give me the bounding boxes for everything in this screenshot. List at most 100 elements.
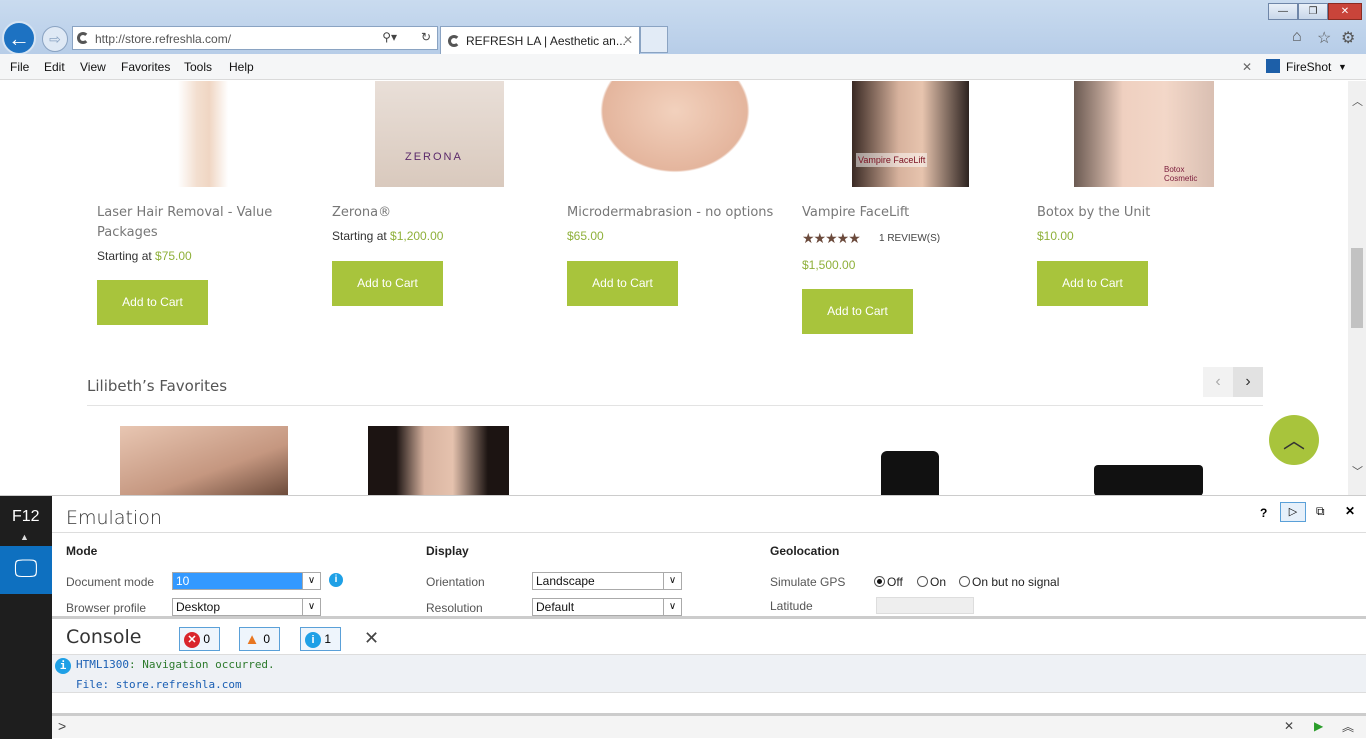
close-window-button[interactable]: ✕ xyxy=(1328,3,1362,20)
minimize-button[interactable]: — xyxy=(1268,3,1298,20)
chevron-down-icon[interactable]: ▼ xyxy=(1338,62,1347,72)
expand-icon[interactable]: ︽ xyxy=(1342,718,1354,735)
console-message: i HTML1300: Navigation occurred. File: s… xyxy=(52,654,1366,693)
emulation-tool-icon[interactable]: 🖵 xyxy=(0,546,52,594)
warning-icon: ▲ xyxy=(244,630,260,648)
product-image-zerona[interactable]: ZERONA xyxy=(375,81,504,187)
page-content: ZERONA Vampire FaceLift Botox Cosmetic L… xyxy=(0,81,1348,495)
message-line: HTML1300: Navigation occurred. xyxy=(76,658,275,671)
product-price: $10.00 xyxy=(1037,229,1074,243)
menu-tools[interactable]: Tools xyxy=(184,60,212,74)
product-title[interactable]: Vampire FaceLift xyxy=(802,203,909,223)
restore-button[interactable]: ❐ xyxy=(1298,3,1328,20)
latitude-input[interactable] xyxy=(876,597,974,614)
product-image-laser[interactable] xyxy=(140,81,266,187)
gear-icon[interactable]: ⚙ xyxy=(1341,28,1355,48)
carousel-next-button[interactable]: › xyxy=(1233,367,1263,397)
scrollbar-thumb[interactable] xyxy=(1351,248,1363,328)
resolution-label: Resolution xyxy=(426,601,483,615)
favorite-image-lashes[interactable] xyxy=(120,426,288,495)
product-title[interactable]: Botox by the Unit xyxy=(1037,203,1150,223)
botox-logo: Botox Cosmetic xyxy=(1164,165,1198,183)
menu-view[interactable]: View xyxy=(80,60,106,74)
product-title[interactable]: Laser Hair Removal - Value Packages xyxy=(97,203,287,243)
browser-profile-select[interactable]: Desktop ∨ xyxy=(172,598,321,616)
refresh-icon[interactable]: ↻ xyxy=(421,30,431,44)
favorites-star-icon[interactable]: ☆ xyxy=(1317,28,1331,48)
console-input[interactable]: > ✕ ▶ ︽ xyxy=(52,716,1366,738)
review-count[interactable]: 1 REVIEW(S) xyxy=(879,233,940,244)
add-to-cart-button[interactable]: Add to Cart xyxy=(97,280,208,325)
add-to-cart-button[interactable]: Add to Cart xyxy=(802,289,913,334)
tab-refresh-la[interactable]: REFRESH LA | Aesthetic an... ✕ xyxy=(440,26,640,54)
chevron-down-icon: ∨ xyxy=(663,599,681,615)
console-title: Console xyxy=(66,626,142,648)
close-tab-icon[interactable]: ✕ xyxy=(623,33,633,47)
latitude-label: Latitude xyxy=(770,599,813,613)
divider xyxy=(52,532,1366,533)
home-icon[interactable]: ⌂ xyxy=(1292,28,1302,46)
resolution-select[interactable]: Default ∨ xyxy=(532,598,682,616)
close-toolbar-icon[interactable]: ✕ xyxy=(1242,60,1252,74)
fireshot-menu[interactable]: FireShot xyxy=(1286,60,1331,74)
scroll-up-icon[interactable]: ︿ xyxy=(1352,93,1363,109)
product-price: $65.00 xyxy=(567,229,604,243)
page-scrollbar[interactable]: ︿ ﹀ xyxy=(1348,81,1366,495)
warnings-filter[interactable]: ▲ 0 xyxy=(239,627,280,651)
errors-filter[interactable]: ✕ 0 xyxy=(179,627,220,651)
undock-icon[interactable]: ⧉ xyxy=(1316,504,1325,519)
error-icon: ✕ xyxy=(184,631,200,648)
gps-option-on[interactable]: On xyxy=(917,575,946,589)
info-icon: i xyxy=(55,658,71,674)
splitter[interactable] xyxy=(52,616,1366,619)
menu-help[interactable]: Help xyxy=(229,60,254,74)
collapse-arrow-icon[interactable]: ▲ xyxy=(20,532,29,542)
favorite-image-face[interactable] xyxy=(368,426,509,495)
gps-option-no-signal[interactable]: On but no signal xyxy=(959,575,1059,589)
menu-favorites[interactable]: Favorites xyxy=(121,60,170,74)
gps-option-off[interactable]: Off xyxy=(874,575,903,589)
menu-file[interactable]: File xyxy=(10,60,29,74)
address-bar[interactable]: http://store.refreshla.com/ ⚲▾ ↻ xyxy=(72,26,438,50)
geolocation-header: Geolocation xyxy=(770,544,840,558)
favorite-image-bottle[interactable] xyxy=(881,451,939,495)
browser-titlebar: — ❐ ✕ ← ⇨ http://store.refreshla.com/ ⚲▾… xyxy=(0,0,1366,55)
run-icon[interactable]: ▶ xyxy=(1314,719,1323,733)
back-button[interactable]: ← xyxy=(2,21,36,55)
info-icon: i xyxy=(305,631,321,648)
document-mode-select[interactable]: 10 ∨ xyxy=(172,572,321,590)
help-icon[interactable]: ? xyxy=(1260,506,1267,520)
search-icon[interactable]: ⚲▾ xyxy=(382,30,397,44)
new-tab-button[interactable] xyxy=(640,26,668,53)
favorite-image-jar[interactable] xyxy=(1094,465,1203,495)
chevron-down-icon: ∨ xyxy=(302,599,320,615)
product-image-microderm[interactable] xyxy=(590,81,760,181)
info-icon[interactable]: i xyxy=(329,573,343,587)
divider xyxy=(87,405,1263,406)
product-price: $1,500.00 xyxy=(802,258,856,272)
clear-console-icon[interactable]: ✕ xyxy=(364,628,379,649)
product-title[interactable]: Zerona® xyxy=(332,203,391,223)
product-title[interactable]: Microdermabrasion - no options xyxy=(567,203,773,223)
console-toggle-icon[interactable]: ▷ xyxy=(1280,502,1306,522)
site-icon xyxy=(77,32,89,44)
message-file-link[interactable]: File: store.refreshla.com xyxy=(76,678,242,691)
product-image-botox[interactable]: Botox Cosmetic xyxy=(1074,81,1214,187)
add-to-cart-button[interactable]: Add to Cart xyxy=(1037,261,1148,306)
product-image-vampire[interactable]: Vampire FaceLift xyxy=(852,81,969,187)
product-price: Starting at $75.00 xyxy=(97,249,192,263)
menu-edit[interactable]: Edit xyxy=(44,60,65,74)
carousel-prev-button[interactable]: ‹ xyxy=(1203,367,1233,397)
orientation-select[interactable]: Landscape ∨ xyxy=(532,572,682,590)
f12-label: F12 xyxy=(12,508,40,525)
close-devtools-icon[interactable]: ✕ xyxy=(1345,504,1355,518)
add-to-cart-button[interactable]: Add to Cart xyxy=(567,261,678,306)
scroll-to-top-button[interactable]: ︿ xyxy=(1269,415,1319,465)
add-to-cart-button[interactable]: Add to Cart xyxy=(332,261,443,306)
info-filter[interactable]: i 1 xyxy=(300,627,341,651)
display-header: Display xyxy=(426,544,469,558)
scroll-down-icon[interactable]: ﹀ xyxy=(1352,463,1363,479)
clear-input-icon[interactable]: ✕ xyxy=(1284,719,1294,733)
forward-button[interactable]: ⇨ xyxy=(42,26,68,52)
fireshot-icon xyxy=(1266,59,1280,73)
